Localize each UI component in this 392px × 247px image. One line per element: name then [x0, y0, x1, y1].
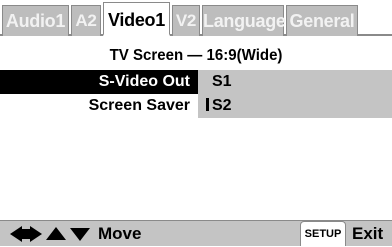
direction-arrows-icon [10, 226, 94, 242]
option-label: S1 [212, 73, 232, 90]
footer-bar: Move SETUP Exit [0, 220, 392, 246]
tab-a2[interactable]: A2 [71, 5, 101, 36]
move-label: Move [98, 224, 142, 243]
tab-general[interactable]: General [286, 5, 358, 36]
setting-title: TV Screen — 16:9(Wide) [109, 47, 283, 64]
setting-row-s-video-out[interactable]: S-Video Out S1 [0, 70, 392, 94]
tab-audio1[interactable]: Audio1 [2, 5, 69, 36]
tab-bar: Audio1 A2 Video1 V2 Language General [0, 0, 392, 36]
tab-v2[interactable]: V2 [172, 5, 200, 36]
cursor-bar-icon [206, 98, 209, 111]
setting-row-screen-saver[interactable]: Screen Saver S2 [0, 94, 392, 118]
tab-language[interactable]: Language [202, 5, 286, 36]
setting-label: S-Video Out [0, 70, 198, 94]
exit-label: Exit [352, 224, 384, 243]
tab-video1[interactable]: Video1 [103, 2, 170, 36]
option-value[interactable]: S1 [198, 70, 392, 94]
dvd-setup-menu: Audio1 A2 Video1 V2 Language General TV … [0, 0, 392, 246]
option-value[interactable]: S2 [198, 94, 392, 118]
setting-label: Screen Saver [88, 97, 190, 114]
setup-button[interactable]: SETUP [300, 221, 346, 246]
option-label: S2 [212, 97, 232, 114]
